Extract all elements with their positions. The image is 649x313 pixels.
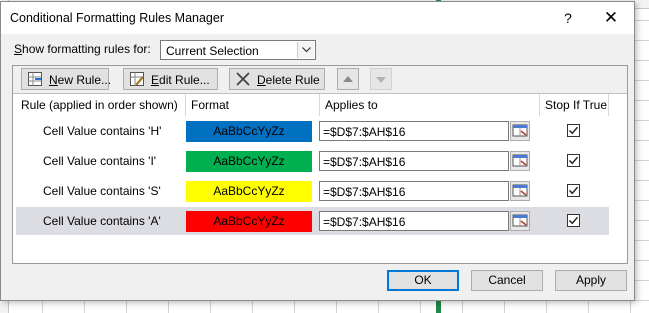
triangle-down-icon (376, 77, 386, 83)
scope-dropdown[interactable]: Current Selection (160, 40, 316, 60)
scope-label-text: how formatting rules for: (22, 42, 151, 56)
rule-name: Cell Value contains 'H' (43, 124, 162, 138)
range-selector-icon (512, 184, 528, 197)
rule-row[interactable]: Cell Value contains 'H' AaBbCcYyZz =$D$7:$… (16, 117, 609, 145)
stop-if-true-checkbox[interactable] (567, 214, 580, 227)
edit-rule-label: Edit Rule... (151, 73, 210, 87)
conditional-formatting-dialog: Conditional Formatting Rules Manager ? ✕… (0, 1, 635, 301)
range-selector-icon (512, 124, 528, 137)
range-selector-button[interactable] (510, 121, 530, 141)
move-up-button[interactable] (337, 68, 359, 90)
column-header-applies-to[interactable]: Applies to (320, 94, 540, 116)
apply-button[interactable]: Apply (555, 270, 627, 291)
move-down-button[interactable] (370, 68, 392, 90)
cancel-button[interactable]: Cancel (471, 270, 543, 291)
range-selector-button[interactable] (510, 211, 530, 231)
delete-rule-text: elete Rule (265, 73, 320, 87)
range-selector-icon (512, 154, 528, 167)
ok-button[interactable]: OK (387, 270, 459, 291)
close-button[interactable]: ✕ (597, 6, 625, 30)
edit-rule-accel: E (151, 73, 160, 87)
rule-row[interactable]: Cell Value contains 'I' AaBbCcYyZz =$D$7:$… (16, 147, 609, 175)
stop-if-true-checkbox[interactable] (567, 124, 580, 137)
format-preview: AaBbCcYyZz (186, 121, 312, 142)
edit-rule-text: dit Rule... (159, 73, 210, 87)
rules-toolbar: New Rule... Edit Rule... Delete Rule (13, 66, 627, 94)
rule-name: Cell Value contains 'A' (43, 214, 161, 228)
applies-to-value: =$D$7:$AH$16 (323, 215, 406, 229)
stop-if-true-checkbox[interactable] (567, 184, 580, 197)
new-rule-button[interactable]: New Rule... (21, 68, 111, 90)
format-preview: AaBbCcYyZz (186, 151, 312, 172)
delete-rule-label: Delete Rule (257, 73, 320, 87)
checkmark-icon (568, 216, 579, 225)
scope-label-accel: S (14, 42, 23, 56)
triangle-up-icon (343, 76, 353, 82)
scope-dropdown-value: Current Selection (166, 44, 259, 58)
checkmark-icon (568, 126, 579, 135)
new-rule-icon (28, 72, 42, 86)
applies-to-value: =$D$7:$AH$16 (323, 155, 406, 169)
help-button[interactable]: ? (555, 6, 581, 30)
column-header-rule[interactable]: Rule (applied in order shown) (16, 94, 186, 116)
rule-row[interactable]: Cell Value contains 'S' AaBbCcYyZz =$D$7:$… (16, 177, 609, 205)
delete-x-icon (236, 72, 250, 86)
dialog-title: Conditional Formatting Rules Manager (10, 11, 224, 25)
rule-name: Cell Value contains 'S' (43, 184, 161, 198)
checkmark-icon (568, 186, 579, 195)
rules-panel: New Rule... Edit Rule... Delete Rule Rul… (12, 65, 628, 264)
applies-to-field[interactable]: =$D$7:$AH$16 (319, 151, 509, 171)
delete-rule-accel: D (257, 73, 266, 87)
format-preview: AaBbCcYyZz (186, 181, 312, 202)
rule-name: Cell Value contains 'I' (43, 154, 157, 168)
delete-rule-button[interactable]: Delete Rule (229, 68, 325, 90)
new-rule-text: ew Rule... (57, 73, 112, 87)
applies-to-value: =$D$7:$AH$16 (323, 125, 406, 139)
new-rule-accel: N (49, 73, 58, 87)
stop-if-true-checkbox[interactable] (567, 154, 580, 167)
edit-rule-button[interactable]: Edit Rule... (123, 68, 218, 90)
chevron-down-icon[interactable] (297, 42, 314, 58)
checkmark-icon (568, 156, 579, 165)
applies-to-field[interactable]: =$D$7:$AH$16 (319, 181, 509, 201)
dialog-titlebar: Conditional Formatting Rules Manager ? ✕ (1, 2, 634, 34)
applies-to-field[interactable]: =$D$7:$AH$16 (319, 211, 509, 231)
range-selector-button[interactable] (510, 181, 530, 201)
column-header-format[interactable]: Format (186, 94, 320, 116)
range-selector-button[interactable] (510, 151, 530, 171)
rule-row[interactable]: Cell Value contains 'A' AaBbCcYyZz =$D$7:$… (16, 207, 609, 235)
scope-label: Show formatting rules for: (14, 42, 151, 56)
applies-to-field[interactable]: =$D$7:$AH$16 (319, 121, 509, 141)
new-rule-label: New Rule... (49, 73, 111, 87)
column-header-stop-if-true[interactable]: Stop If True (540, 94, 609, 116)
applies-to-value: =$D$7:$AH$16 (323, 185, 406, 199)
range-selector-icon (512, 214, 528, 227)
format-preview: AaBbCcYyZz (186, 211, 312, 232)
edit-rule-icon (130, 72, 144, 86)
